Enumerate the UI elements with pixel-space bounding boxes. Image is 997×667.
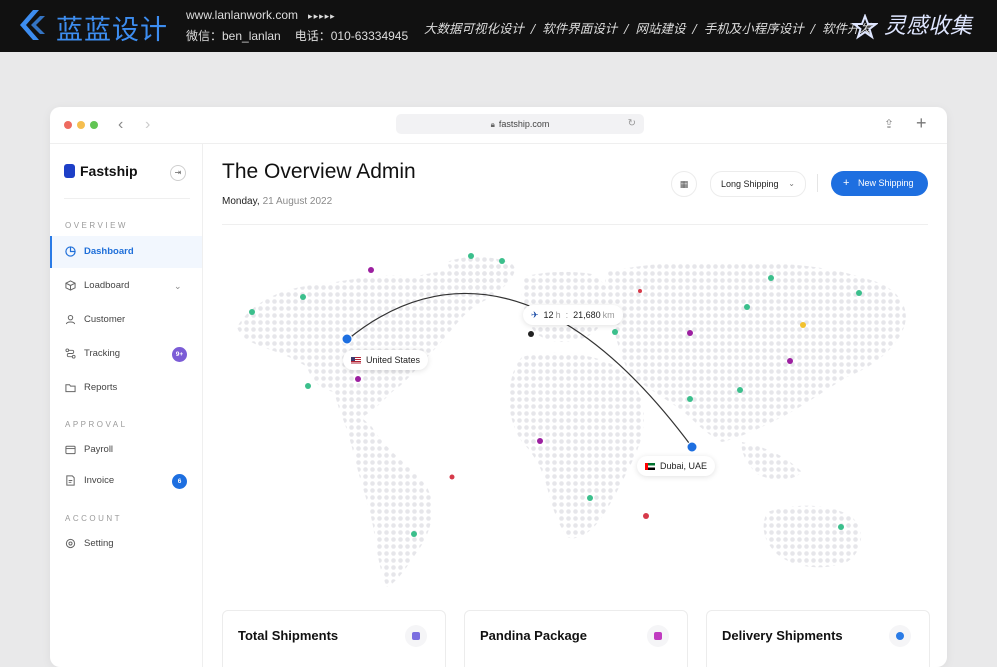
destination-label: Dubai, UAE [637, 456, 716, 476]
fastship-logo-icon [64, 164, 75, 178]
section-account: ACCOUNT [65, 514, 123, 523]
truck-icon [889, 625, 911, 647]
page-title: The Overview Admin [222, 160, 416, 183]
card-title: Total Shipments [238, 628, 339, 643]
chart-pie-icon [65, 246, 76, 257]
sidebar-item-payroll[interactable]: Payroll [50, 434, 202, 466]
sidebar-item-reports[interactable]: Reports [50, 372, 202, 404]
lock-icon: 🔒︎ [490, 120, 495, 129]
maximize-window-button[interactable] [90, 121, 98, 129]
inspiration-label: 灵感收集 [851, 8, 972, 40]
grid-icon [405, 625, 427, 647]
card-title: Delivery Shipments [722, 628, 843, 643]
package-icon [647, 625, 669, 647]
sidebar-item-dashboard[interactable]: Dashboard [50, 236, 202, 268]
uae-flag-icon [645, 463, 655, 470]
airplane-icon: ✈ [531, 310, 539, 320]
chevron-down-icon: ⌄ [788, 179, 795, 188]
decorative-dots: ▸▸▸▸▸ [308, 11, 336, 21]
route-info-pill: ✈ 12 h:21,680 km [523, 305, 623, 325]
route-icon [65, 348, 76, 359]
plus-icon[interactable]: + [916, 113, 927, 134]
service-item: 软件界面设计 [542, 21, 618, 36]
service-item: 手机及小程序设计 [703, 21, 804, 36]
close-window-button[interactable] [64, 121, 72, 129]
phone-text: 电话：010-63334945 [294, 29, 409, 43]
sidebar-item-label: Dashboard [84, 246, 134, 257]
sidebar-item-customer[interactable]: Customer [50, 304, 202, 336]
card-title: Pandina Package [480, 628, 587, 643]
route-waypoint [528, 331, 534, 337]
reload-icon[interactable]: ↻ [628, 114, 636, 134]
shipping-filter-dropdown[interactable]: Long Shipping ⌄ [710, 171, 806, 197]
sidebar-item-label: Setting [84, 538, 114, 549]
divider [817, 174, 818, 192]
browser-toolbar: ‹ › 🔒︎ fastship.com ↻ ⇪ + [50, 107, 947, 144]
stat-card-pending-package[interactable]: Pandina Package [464, 610, 688, 667]
button-label: New Shipping [858, 178, 914, 188]
origin-marker[interactable] [341, 333, 353, 345]
sidebar-item-label: Customer [84, 314, 126, 325]
star-icon [851, 13, 879, 40]
new-shipping-button[interactable]: + New Shipping [831, 171, 928, 196]
sidebar-item-loadboard[interactable]: Loadboard ⌄ [50, 270, 202, 302]
minimize-window-button[interactable] [77, 121, 85, 129]
share-icon[interactable]: ⇪ [884, 117, 894, 131]
website-url: www.lanlanwork.com [186, 8, 299, 22]
section-approval: APPROVAL [65, 420, 128, 429]
wechat-text: 微信：ben_lanlan [186, 29, 281, 43]
sidebar-item-label: Loadboard [84, 280, 130, 291]
current-date: Monday, 21 August 2022 [222, 196, 333, 207]
sidebar: Fastship ⇥ OVERVIEW Dashboard Loadboard … [50, 143, 203, 667]
divider [64, 198, 190, 199]
section-overview: OVERVIEW [65, 221, 128, 230]
divider [222, 224, 928, 225]
service-item: 大数据可视化设计 [424, 21, 525, 36]
us-flag-icon [351, 357, 361, 364]
sidebar-item-invoice[interactable]: Invoice 6 [50, 465, 202, 497]
sidebar-item-label: Tracking [84, 348, 121, 359]
contact-info: 微信：ben_lanlan 电话：010-63334945 [186, 27, 408, 44]
origin-label: United States [343, 350, 429, 370]
collapse-sidebar-icon[interactable]: ⇥ [170, 165, 186, 181]
world-map [237, 253, 906, 587]
calendar-button[interactable]: ▦ [671, 171, 697, 197]
chevron-right-icon[interactable]: › [145, 116, 150, 134]
sidebar-item-label: Payroll [84, 444, 114, 455]
user-icon [65, 314, 76, 325]
brand-logo-icon [20, 10, 45, 40]
address-bar[interactable]: 🔒︎ fastship.com ↻ [396, 114, 644, 134]
chevron-down-icon[interactable]: ⌄ [174, 270, 182, 302]
gear-icon [65, 538, 76, 549]
calendar-icon: ▦ [679, 179, 689, 189]
tracking-count-badge: 9+ [172, 347, 187, 362]
service-item: 网站建设 [635, 21, 686, 36]
app-logo[interactable]: Fastship [64, 163, 138, 179]
services-list: 大数据可视化设计 / 软件界面设计 / 网站建设 / 手机及小程序设计 / 软件开发 [424, 21, 872, 36]
wallet-icon [65, 445, 76, 455]
brand-name: 蓝蓝设计 [56, 15, 168, 46]
promo-banner: 蓝蓝设计 www.lanlanwork.com ▸▸▸▸▸ 微信：ben_lanl… [0, 0, 997, 52]
url-text: fastship.com [498, 119, 550, 129]
sidebar-item-tracking[interactable]: Tracking 9+ [50, 338, 202, 370]
website-text: www.lanlanwork.com ▸▸▸▸▸ [186, 8, 336, 22]
destination-marker[interactable] [686, 441, 698, 453]
browser-window: ‹ › 🔒︎ fastship.com ↻ ⇪ + Fastship ⇥ OVER… [50, 107, 947, 667]
chevron-left-icon[interactable]: ‹ [118, 116, 123, 134]
sidebar-item-label: Invoice [84, 475, 115, 486]
dropdown-value: Long Shipping [721, 179, 779, 189]
document-icon [66, 475, 75, 486]
sidebar-item-label: Reports [84, 382, 118, 393]
sidebar-item-setting[interactable]: Setting [50, 528, 202, 560]
world-shipping-map: ✈ 12 h:21,680 km United States Dubai, UAE [222, 242, 928, 602]
stat-card-delivery-shipments[interactable]: Delivery Shipments [706, 610, 930, 667]
folder-icon [65, 384, 76, 393]
plus-icon: + [843, 177, 850, 189]
invoice-count-badge: 6 [172, 474, 187, 489]
stat-card-total-shipments[interactable]: Total Shipments [222, 610, 446, 667]
box-icon [65, 280, 76, 291]
